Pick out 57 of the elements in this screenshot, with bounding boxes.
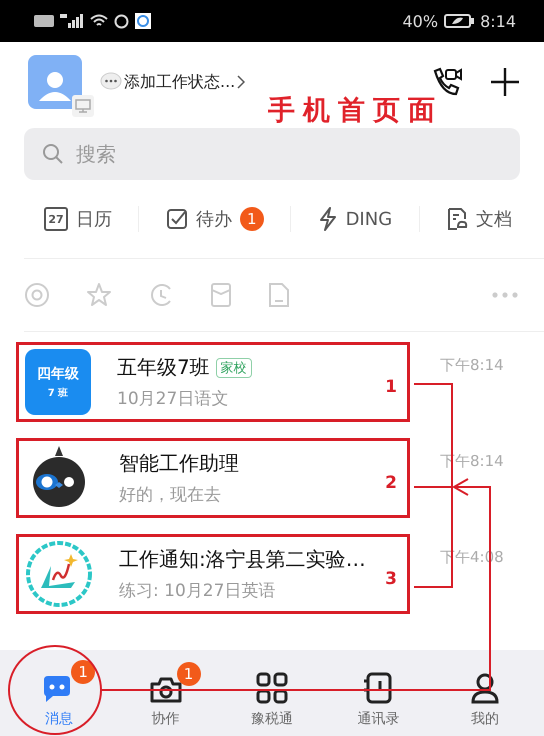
annotation-title: 手机首页面 bbox=[268, 94, 443, 128]
plus-icon[interactable] bbox=[490, 67, 520, 97]
chat-name: 智能工作助理 bbox=[119, 450, 239, 477]
signal-icon bbox=[60, 14, 84, 28]
more-icon[interactable] bbox=[492, 291, 518, 299]
message-time: 下午8:14 bbox=[440, 356, 504, 375]
annotation-number: 2 bbox=[385, 473, 397, 493]
nav-tab[interactable]: 通讯录 bbox=[333, 650, 424, 736]
nav-tab[interactable]: 我的 bbox=[440, 650, 530, 736]
shortcut-button[interactable]: 文档 bbox=[446, 207, 512, 231]
status-link[interactable]: 添加工作状态... bbox=[100, 72, 246, 92]
count-badge: 1 bbox=[240, 207, 264, 231]
data-saver-icon bbox=[114, 14, 129, 28]
lightning-icon bbox=[318, 207, 338, 231]
chat-name: 五年级7班 bbox=[117, 354, 210, 381]
wifi-icon bbox=[90, 14, 108, 28]
school-logo[interactable] bbox=[25, 540, 93, 608]
avatar-text: 四年级 bbox=[37, 364, 79, 382]
count-badge: 1 bbox=[176, 662, 201, 686]
person-icon bbox=[38, 71, 72, 101]
status-text: 添加工作状态... bbox=[124, 72, 236, 92]
group-avatar[interactable]: 四年级 7 班 bbox=[25, 349, 91, 415]
document-icon bbox=[446, 207, 468, 231]
avatar-text: 7 班 bbox=[48, 386, 68, 400]
app-icon bbox=[135, 13, 151, 29]
file-icon[interactable] bbox=[268, 282, 290, 308]
search-icon bbox=[42, 143, 64, 165]
address-book-icon bbox=[363, 672, 394, 704]
clock-time: 8:14 bbox=[480, 12, 516, 30]
checkbox-icon bbox=[166, 208, 188, 230]
message-preview: 好的，现在去 bbox=[119, 484, 222, 506]
speech-bubble-icon bbox=[100, 72, 122, 92]
hd-icon bbox=[34, 14, 54, 28]
search-field[interactable]: 搜索 bbox=[24, 128, 520, 180]
computer-icon bbox=[72, 95, 94, 117]
shortcut-button[interactable]: 待办 1 bbox=[166, 207, 264, 231]
calendar-icon: 27 bbox=[44, 207, 68, 231]
shortcut-button[interactable]: DING bbox=[318, 207, 392, 231]
nav-tab[interactable]: 1 消息 bbox=[14, 650, 104, 736]
chat-tag: 家校 bbox=[216, 358, 252, 378]
annotation-number: 1 bbox=[385, 377, 397, 397]
user-avatar[interactable] bbox=[28, 55, 82, 109]
grid-icon bbox=[256, 672, 288, 704]
chevron-icon bbox=[237, 75, 246, 89]
message-preview: 练习: 10月27日英语 bbox=[119, 580, 276, 602]
count-badge: 1 bbox=[71, 660, 96, 684]
person-icon bbox=[470, 672, 500, 704]
shortcut-button[interactable]: 27 日历 bbox=[44, 207, 112, 231]
envelope-icon[interactable] bbox=[210, 282, 232, 308]
battery-icon bbox=[444, 14, 474, 28]
annotation-number: 3 bbox=[385, 569, 397, 589]
battery-percent: 40% bbox=[402, 12, 438, 30]
nav-tab[interactable]: 豫税通 bbox=[226, 650, 317, 736]
chat-name: 工作通知:洛宁县第二实验… bbox=[119, 546, 366, 573]
star-icon[interactable] bbox=[86, 282, 112, 308]
nav-tab[interactable]: 1 协作 bbox=[120, 650, 211, 736]
message-preview: 10月27日语文 bbox=[117, 388, 230, 410]
